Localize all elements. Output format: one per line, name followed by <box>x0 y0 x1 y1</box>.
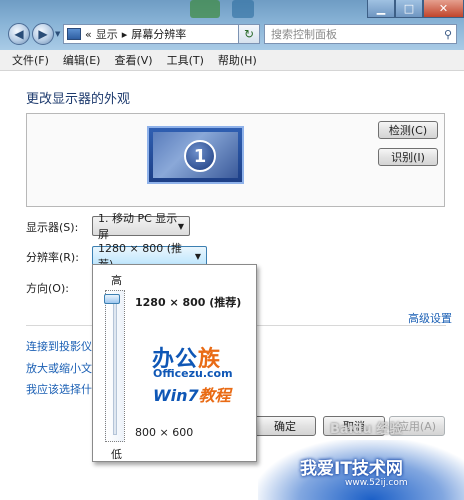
resolution-slider-thumb[interactable] <box>104 294 120 304</box>
resolution-option-top[interactable]: 1280 × 800 (推荐) <box>135 294 241 310</box>
maximize-button[interactable]: □ <box>395 0 423 18</box>
search-icon[interactable]: ⚲ <box>444 28 452 41</box>
chevron-down-icon: ▼ <box>194 251 201 261</box>
menu-tools[interactable]: 工具(T) <box>167 52 204 68</box>
menu-view[interactable]: 查看(V) <box>114 52 152 68</box>
close-button[interactable]: ✕ <box>423 0 464 18</box>
search-input[interactable]: 搜索控制面板 ⚲ <box>264 24 457 44</box>
watermark-tutorial-text: 教程 <box>198 386 231 405</box>
menu-file[interactable]: 文件(F) <box>12 52 49 68</box>
site-url-watermark: www.52ij.com <box>345 478 408 488</box>
display-select-value: 1. 移动 PC 显示屏 <box>98 212 178 241</box>
display-select[interactable]: 1. 移动 PC 显示屏 ▼ <box>92 212 190 241</box>
site-watermark: 我爱IT技术网 <box>300 459 403 479</box>
slider-groove <box>113 297 117 435</box>
watermark-win7: Win7教程 <box>153 382 231 406</box>
refresh-icon: ↻ <box>243 27 255 41</box>
breadcrumb-display[interactable]: 显示 <box>96 26 118 42</box>
address-bar[interactable]: « 显示 ▸ 屏幕分辨率 ▼ <box>63 24 259 44</box>
watermark-win7-text: Win7 <box>153 386 199 405</box>
detect-button[interactable]: 检测(C) <box>378 121 438 139</box>
breadcrumb-resolution[interactable]: 屏幕分辨率 <box>131 26 186 42</box>
ok-button[interactable]: 确定 <box>254 416 316 436</box>
projector-link[interactable]: 连接到投影仪 ( <box>26 338 100 354</box>
minimize-button[interactable]: ▁ <box>367 0 395 18</box>
control-panel-icon <box>67 28 81 40</box>
refresh-button[interactable]: ↻ <box>238 24 260 44</box>
resolution-slider-track[interactable] <box>105 290 125 442</box>
watermark-site: Officezu.com <box>153 367 233 380</box>
breadcrumb-prefix: « <box>85 27 92 41</box>
baidu-watermark: Baidu 经验 <box>330 422 403 437</box>
menu-edit[interactable]: 编辑(E) <box>63 52 101 68</box>
monitor-thumbnail[interactable]: 1 <box>147 126 244 184</box>
breadcrumb-separator-icon[interactable]: ▸ <box>122 28 128 41</box>
display-label: 显示器(S): <box>26 221 79 234</box>
orientation-label: 方向(O): <box>26 282 69 295</box>
menu-help[interactable]: 帮助(H) <box>218 52 257 68</box>
chevron-down-icon: ▼ <box>177 221 184 231</box>
resolution-option-bottom[interactable]: 800 × 600 <box>135 426 193 439</box>
search-placeholder: 搜索控制面板 <box>271 28 337 41</box>
advanced-settings-link[interactable]: 高级设置 <box>408 310 452 326</box>
resolution-label: 分辨率(R): <box>26 251 79 264</box>
page-title: 更改显示器的外观 <box>26 92 131 107</box>
identify-button[interactable]: 识别(I) <box>378 148 438 166</box>
back-arrow-icon: ◀ <box>14 27 24 41</box>
back-button[interactable]: ◀ <box>8 23 30 45</box>
resolution-select[interactable]: 1280 × 800 (推荐) ▼ <box>92 242 207 271</box>
slider-high-label: 高 <box>111 274 122 287</box>
monitor-number-badge: 1 <box>184 140 216 172</box>
recent-pages-dropdown[interactable]: ▼ <box>55 30 63 38</box>
forward-button[interactable]: ▶ <box>32 23 54 45</box>
background-deco <box>190 0 220 18</box>
slider-low-label: 低 <box>111 448 122 461</box>
forward-arrow-icon: ▶ <box>38 27 48 41</box>
menu-bar: 文件(F) 编辑(E) 查看(V) 工具(T) 帮助(H) <box>0 50 464 71</box>
background-deco <box>232 0 254 18</box>
